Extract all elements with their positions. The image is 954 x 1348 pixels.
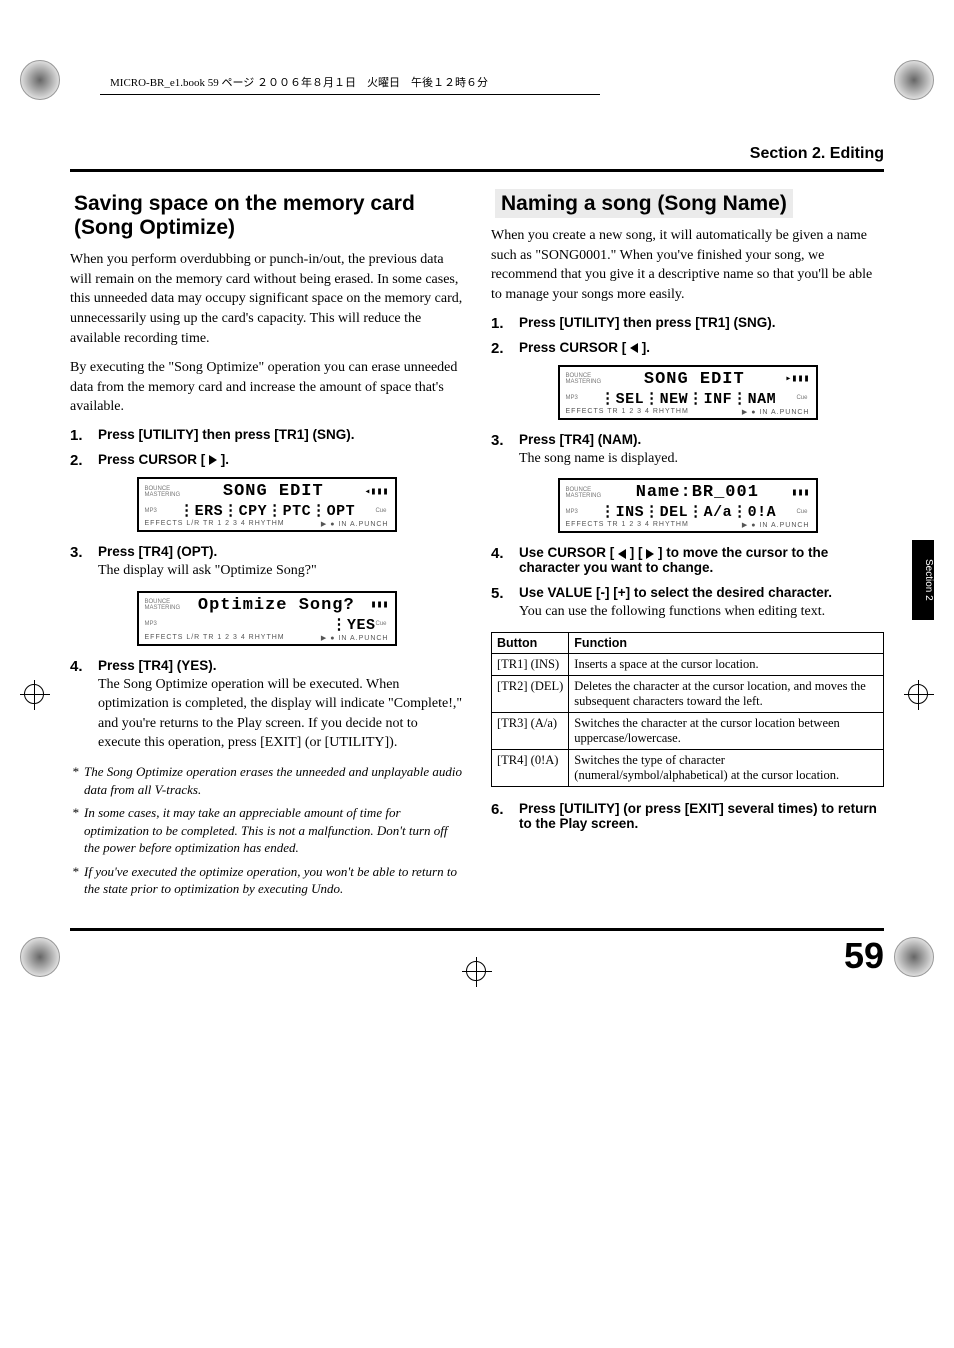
right-column: Naming a song (Song Name) When you creat… xyxy=(491,192,884,904)
table-cell: Deletes the character at the cursor loca… xyxy=(569,675,884,712)
table-row: [TR1] (INS) Inserts a space at the curso… xyxy=(492,653,884,675)
step-4: Use CURSOR [ ] [ ] to move the cursor to… xyxy=(491,545,884,575)
lcd-line: Optimize Song? xyxy=(198,596,355,615)
note-item: If you've executed the optimize operatio… xyxy=(84,863,463,898)
step-text: Use CURSOR [ ] [ ] to move the cursor to… xyxy=(519,545,828,575)
step-text: Press [UTILITY] then press [TR1] (SNG). xyxy=(98,427,355,442)
arrow-left-icon xyxy=(618,549,626,559)
table-header: Function xyxy=(569,632,884,653)
table-cell: [TR3] (A/a) xyxy=(492,712,569,749)
registration-mark xyxy=(894,937,934,977)
registration-mark xyxy=(462,957,492,987)
step-text: Press [UTILITY] then press [TR1] (SNG). xyxy=(519,315,776,330)
note-item: In some cases, it may take an appreciabl… xyxy=(84,804,463,857)
arrow-right-icon xyxy=(646,549,654,559)
step-subtext: The display will ask "Optimize Song?" xyxy=(98,561,463,581)
lcd-line: ⋮SEL⋮NEW⋮INF⋮NAM xyxy=(600,389,776,408)
table-row: [TR3] (A/a) Switches the character at th… xyxy=(492,712,884,749)
body-text: When you create a new song, it will auto… xyxy=(491,226,884,304)
lcd-optimize-confirm: BOUNCEMASTERINGOptimize Song?▮▮▮ MP3⋮YES… xyxy=(137,591,397,646)
step-subtext: The Song Optimize operation will be exec… xyxy=(98,675,463,753)
registration-mark xyxy=(20,60,60,100)
notes-list: The Song Optimize operation erases the u… xyxy=(70,763,463,898)
table-cell: Inserts a space at the cursor location. xyxy=(569,653,884,675)
note-item: The Song Optimize operation erases the u… xyxy=(84,763,463,798)
table-header: Button xyxy=(492,632,569,653)
lcd-line: ⋮INS⋮DEL⋮A/a⋮0!A xyxy=(600,502,776,521)
table-cell: Switches the type of character (numeral/… xyxy=(569,749,884,786)
lcd-line: ⋮ERS⋮CPY⋮PTC⋮OPT xyxy=(179,501,355,520)
registration-mark xyxy=(904,680,934,710)
registration-mark xyxy=(894,60,934,100)
section-header: Section 2. Editing xyxy=(70,145,884,172)
lcd-song-edit-right: BOUNCEMASTERINGSONG EDIT▸▮▮▮ MP3⋮SEL⋮NEW… xyxy=(558,365,818,420)
step-3: Press [TR4] (OPT). The display will ask … xyxy=(70,544,463,581)
step-subtext: You can use the following functions when… xyxy=(519,602,884,622)
lcd-line: Name:BR_001 xyxy=(636,483,759,502)
step-6: Press [UTILITY] (or press [EXIT] several… xyxy=(491,801,884,831)
registration-mark xyxy=(20,680,50,710)
step-4: Press [TR4] (YES). The Song Optimize ope… xyxy=(70,658,463,753)
step-2: Press CURSOR [ ]. xyxy=(491,340,884,355)
topic-title-optimize: Saving space on the memory card (Song Op… xyxy=(70,192,463,240)
table-row: [TR2] (DEL) Deletes the character at the… xyxy=(492,675,884,712)
lcd-footer: EFFECTS L/R TR 1 2 3 4 RHYTHM xyxy=(145,520,285,528)
book-header: MICRO-BR_e1.book 59 ページ ２００６年８月１日 火曜日 午後… xyxy=(100,70,600,95)
registration-mark xyxy=(20,937,60,977)
lcd-line: SONG EDIT xyxy=(223,482,324,501)
table-cell: [TR2] (DEL) xyxy=(492,675,569,712)
step-2: Press CURSOR [ ]. xyxy=(70,452,463,467)
side-tab: Section 2 xyxy=(912,540,934,620)
table-cell: [TR1] (INS) xyxy=(492,653,569,675)
step-5: Use VALUE [-] [+] to select the desired … xyxy=(491,585,884,622)
step-text: Press CURSOR [ ]. xyxy=(98,452,229,467)
step-text: Press [TR4] (OPT). xyxy=(98,544,217,559)
step-1: Press [UTILITY] then press [TR1] (SNG). xyxy=(491,315,884,330)
lcd-line: SONG EDIT xyxy=(644,370,745,389)
function-table: Button Function [TR1] (INS) Inserts a sp… xyxy=(491,632,884,787)
step-text: Press [TR4] (YES). xyxy=(98,658,217,673)
step-3: Press [TR4] (NAM). The song name is disp… xyxy=(491,432,884,469)
step-text: Press CURSOR [ ]. xyxy=(519,340,650,355)
body-text: By executing the "Song Optimize" operati… xyxy=(70,358,463,417)
left-column: Saving space on the memory card (Song Op… xyxy=(70,192,463,904)
topic-title-name: Naming a song (Song Name) xyxy=(491,192,884,216)
lcd-song-edit: BOUNCEMASTERINGSONG EDIT◂▮▮▮ MP3⋮ERS⋮CPY… xyxy=(137,477,397,532)
body-text: When you perform overdubbing or punch-in… xyxy=(70,250,463,348)
lcd-line: ⋮YES xyxy=(331,615,375,634)
step-1: Press [UTILITY] then press [TR1] (SNG). xyxy=(70,427,463,442)
lcd-footer: EFFECTS L/R TR 1 2 3 4 RHYTHM xyxy=(145,634,285,642)
lcd-footer: EFFECTS TR 1 2 3 4 RHYTHM xyxy=(566,408,689,416)
table-cell: Switches the character at the cursor loc… xyxy=(569,712,884,749)
table-row: [TR4] (0!A) Switches the type of charact… xyxy=(492,749,884,786)
step-subtext: The song name is displayed. xyxy=(519,449,884,469)
step-text: Press [UTILITY] (or press [EXIT] several… xyxy=(519,801,877,831)
lcd-name-edit: BOUNCEMASTERINGName:BR_001▮▮▮ MP3⋮INS⋮DE… xyxy=(558,478,818,533)
arrow-right-icon xyxy=(209,455,217,465)
table-cell: [TR4] (0!A) xyxy=(492,749,569,786)
step-text: Use VALUE [-] [+] to select the desired … xyxy=(519,585,832,600)
step-text: Press [TR4] (NAM). xyxy=(519,432,641,447)
lcd-footer: EFFECTS TR 1 2 3 4 RHYTHM xyxy=(566,521,689,529)
arrow-left-icon xyxy=(630,343,638,353)
